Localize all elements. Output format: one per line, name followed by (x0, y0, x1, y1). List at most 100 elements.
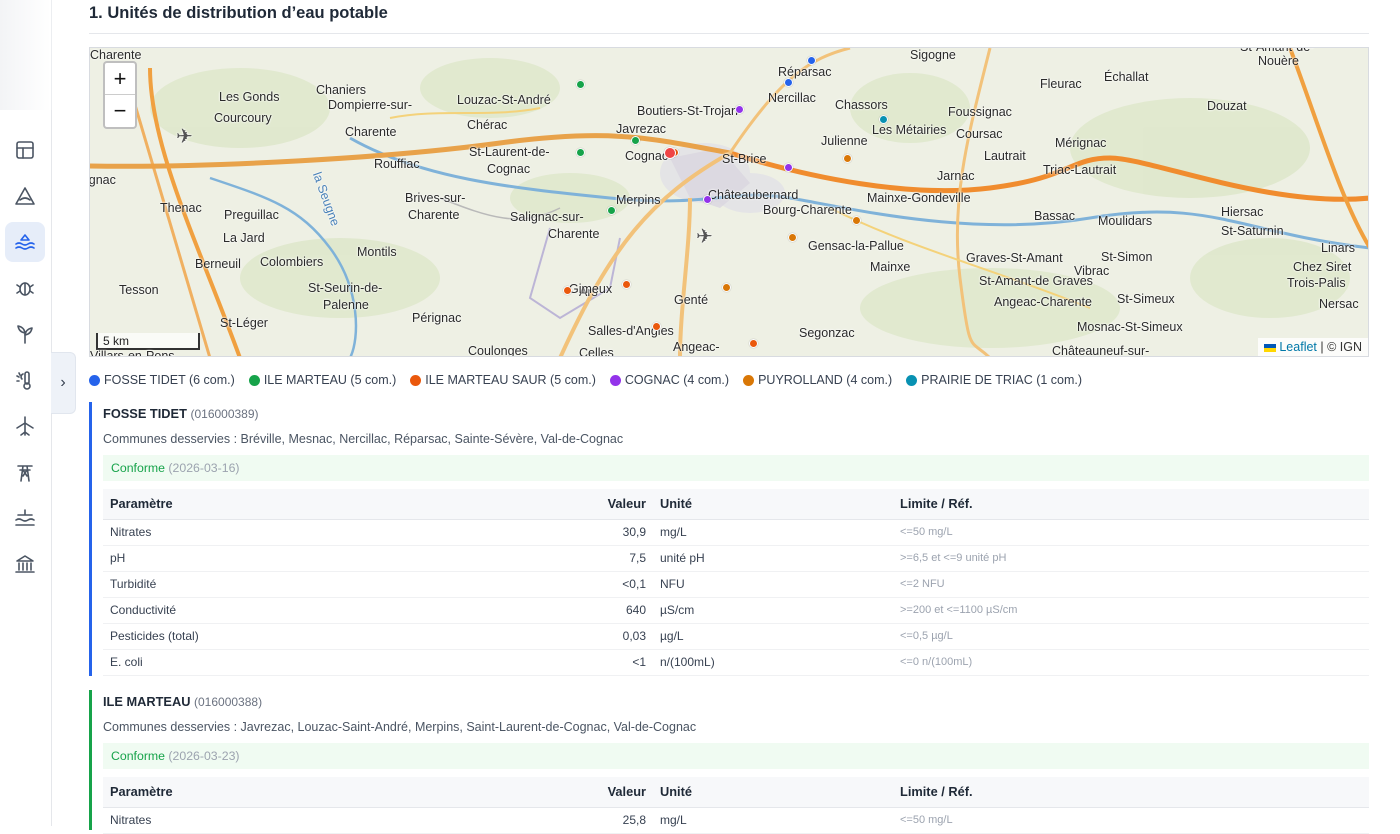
table-row: Conductivité 640 µS/cm >=200 et <=1100 µS/c… (103, 597, 1369, 624)
map-place-label: Graves-St-Amant (966, 251, 1063, 265)
zoom-out-button[interactable]: − (105, 95, 135, 127)
limit-cell: <=50 mg/L (893, 807, 1369, 834)
map-marker[interactable] (576, 148, 585, 157)
unit-title: FOSSE TIDET (016000389) (103, 406, 1369, 421)
map-place-label: Javrezac (616, 122, 667, 136)
map-marker[interactable] (622, 280, 631, 289)
map-marker[interactable] (563, 286, 572, 295)
map-place-label: Chassors (835, 98, 888, 112)
legend-item: ILE MARTEAU (5 com.) (248, 373, 396, 387)
map-place-label: Villars-en-Pons (90, 349, 175, 357)
map-place-label: Réparsac (778, 65, 832, 79)
sidebar-item-flood-level[interactable] (5, 498, 45, 538)
map-place-label: Coursac (956, 127, 1003, 141)
map-place-label: Douzat (1207, 99, 1247, 113)
map-place-label: Charente (345, 125, 397, 139)
limit-cell: >=6,5 et <=9 unité pH (893, 545, 1369, 572)
value-cell: 640 (503, 597, 653, 624)
sidebar-item-monument[interactable] (5, 544, 45, 584)
map-place-label: Nersac (1319, 297, 1359, 311)
map-marker[interactable] (784, 78, 793, 87)
distribution-unit-card: ILE MARTEAU (016000388) Communes desservi… (89, 690, 1369, 834)
map-place-label: Cognac (487, 162, 531, 176)
sidebar-item-sprout[interactable] (5, 314, 45, 354)
zoom-in-button[interactable]: + (105, 63, 135, 95)
map-place-label: St-Léger (220, 316, 268, 330)
map-marker[interactable] (879, 115, 888, 124)
map-marker[interactable] (735, 105, 744, 114)
param-cell: Conductivité (103, 597, 503, 624)
limit-cell: >=200 et <=1100 µS/cm (893, 597, 1369, 624)
legend-item: FOSSE TIDET (6 com.) (89, 373, 235, 387)
leaflet-link[interactable]: Leaflet (1279, 340, 1317, 354)
map-marker[interactable] (607, 206, 616, 215)
map-place-label: Triac-Lautrait (1043, 163, 1117, 177)
power-pylon-icon (17, 465, 33, 482)
map-place-label: Les Métairies (872, 123, 947, 137)
value-cell: 7,5 (503, 545, 653, 572)
legend-label: FOSSE TIDET (6 com.) (104, 373, 235, 387)
unit-cell: NFU (653, 571, 893, 598)
map-marker[interactable] (703, 195, 712, 204)
map-place-label: Rouffiac (374, 157, 420, 171)
map-marker[interactable] (788, 233, 797, 242)
map-base-layer (90, 48, 1368, 356)
map-marker[interactable] (652, 322, 661, 331)
map-marker[interactable] (843, 154, 852, 163)
legend-dot-icon (248, 374, 260, 386)
section-title: 1. Unités de distribution d’eau potable (89, 4, 388, 22)
map-place-label: Julienne (821, 134, 868, 148)
map-place-label: Thenac (160, 201, 202, 215)
unit-cell: n/(100mL) (653, 649, 893, 676)
map-marker[interactable] (807, 56, 816, 65)
sidebar-item-water-waves[interactable] (5, 222, 45, 262)
sidebar-item-airplane[interactable] (5, 406, 45, 446)
sidebar-item-bug[interactable] (5, 268, 45, 308)
legend-label: ILE MARTEAU SAUR (5 com.) (425, 373, 596, 387)
map-marker[interactable] (852, 216, 861, 225)
map-place-label: Salignac-sur- (510, 210, 584, 224)
map-marker[interactable] (749, 339, 758, 348)
zoom-control: + − (103, 61, 137, 129)
map-place-label: Angeac- (673, 340, 720, 354)
sidebar-item-hazard-triangle[interactable] (5, 176, 45, 216)
flood-level-icon (15, 509, 35, 526)
divider (89, 33, 1369, 34)
thermometer-sun-icon (16, 371, 31, 390)
map-place-label: St-Amant-de Graves (979, 274, 1093, 288)
value-cell: <0,1 (503, 571, 653, 598)
table-row: Pesticides (total) 0,03 µg/L <=0,5 µg/L (103, 623, 1369, 650)
map-marker[interactable] (784, 163, 793, 172)
map-place-label: Gimeux (569, 282, 613, 296)
map-place-label: Mainxe-Gondeville (867, 191, 971, 205)
map-marker[interactable] (722, 283, 731, 292)
legend-dot-icon (609, 374, 621, 386)
map[interactable]: + − 5 km Leaflet | © IGN Sigogne Réparsac… (89, 47, 1369, 357)
map-place-label: St-Laurent-de- (469, 145, 550, 159)
map-place-label: Chérac (467, 118, 508, 132)
map-place-label: Nouère (1258, 54, 1299, 68)
limit-cell: <=2 NFU (893, 571, 1369, 598)
map-place-label: Coulonges (468, 344, 528, 357)
legend-item: PRAIRIE DE TRIAC (1 com.) (906, 373, 1082, 387)
sidebar-item-thermometer-sun[interactable] (5, 360, 45, 400)
airport-icon: ✈ (696, 226, 713, 248)
map-marker-selected[interactable] (664, 147, 676, 159)
sidebar-collapse-toggle[interactable]: › (51, 352, 76, 414)
map-place-label: Colombiers (260, 255, 324, 269)
airplane-icon (16, 416, 34, 436)
map-place-label: Mérignac (1055, 136, 1107, 150)
map-attribution: Leaflet | © IGN (1258, 338, 1368, 356)
sidebar-item-power-pylon[interactable] (5, 452, 45, 492)
map-place-label: Tesson (119, 283, 159, 297)
compliance-status: Conforme (2026-03-23) (103, 743, 1369, 769)
map-place-label: ignac (89, 173, 116, 187)
limit-cell: <=0 n/(100mL) (893, 649, 1369, 676)
status-badge: Conforme (111, 461, 165, 475)
map-place-label: Chez Siret (1293, 260, 1352, 274)
status-date: (2026-03-16) (168, 461, 240, 475)
map-marker[interactable] (631, 136, 640, 145)
sidebar-item-layout[interactable] (5, 130, 45, 170)
map-marker[interactable] (576, 80, 585, 89)
map-place-label: Châteauneuf-sur- (1052, 344, 1150, 357)
